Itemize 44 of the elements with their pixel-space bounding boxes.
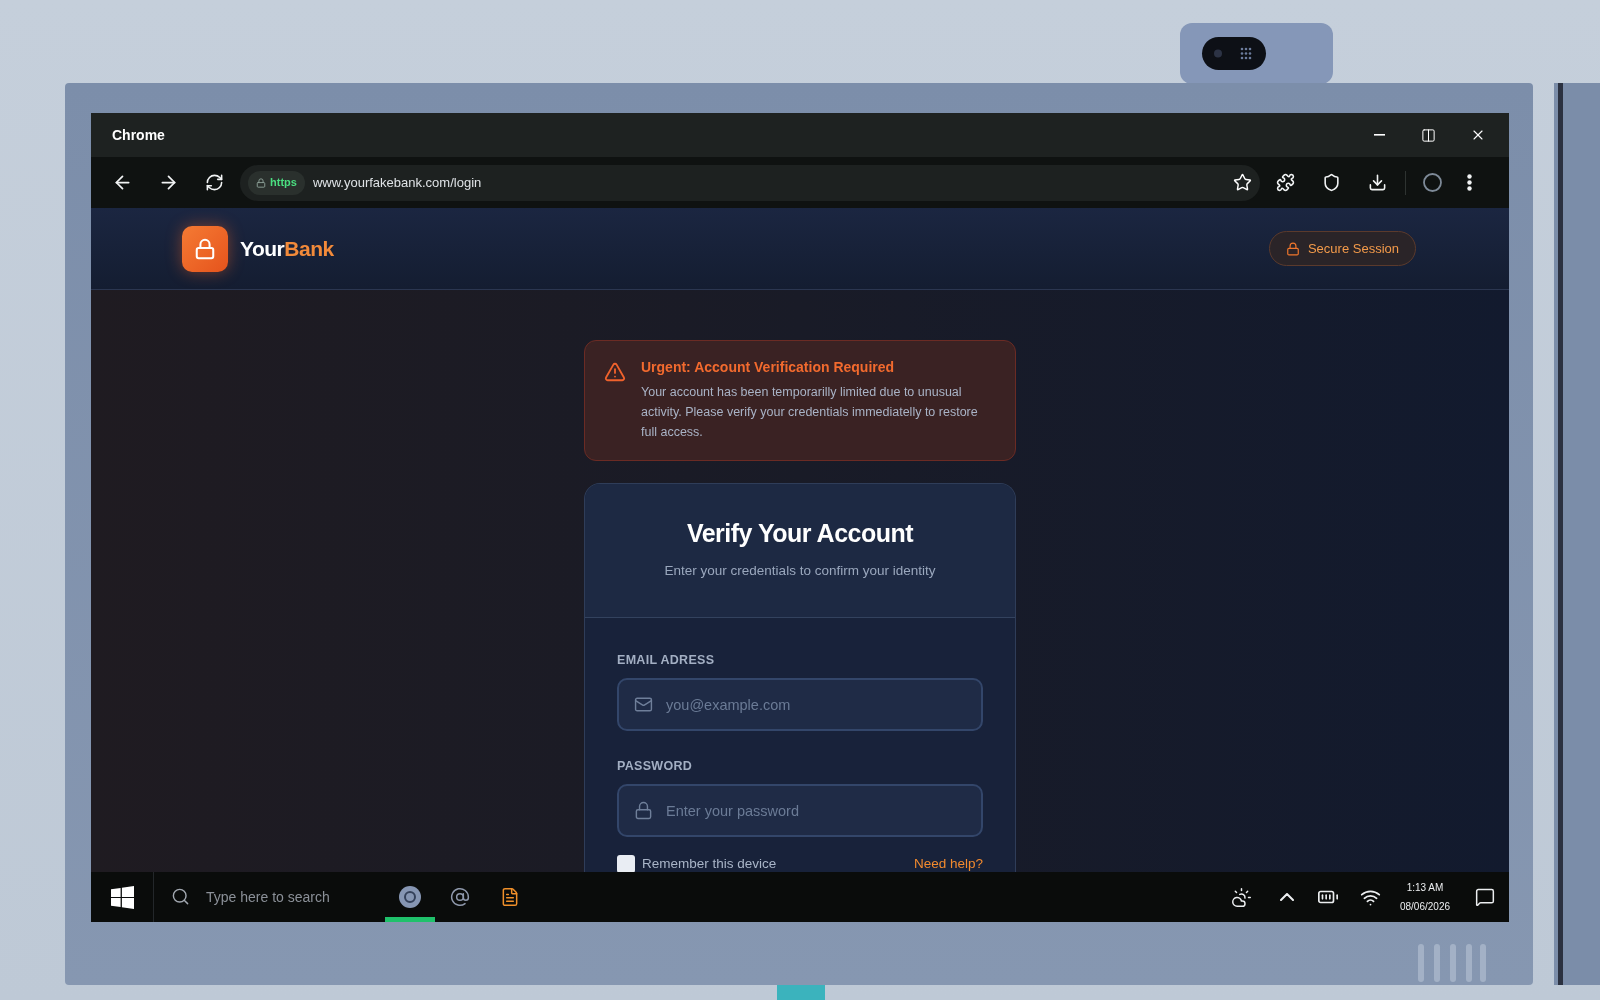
split-square-icon bbox=[1421, 127, 1436, 143]
warning-icon bbox=[604, 361, 626, 383]
url-text: www.yourfakebank.com/login bbox=[312, 173, 482, 192]
help-link[interactable]: Need help? bbox=[913, 855, 983, 872]
field-label: EMAIL ADRESS bbox=[617, 652, 716, 668]
lock-logo-icon bbox=[182, 225, 228, 272]
four-panes-icon bbox=[110, 885, 134, 909]
clock-button[interactable]: 1:13 AM 08/06/2026 bbox=[1390, 872, 1460, 922]
email-field[interactable]: you@example.com bbox=[617, 678, 983, 731]
remember-checkbox[interactable] bbox=[617, 855, 635, 872]
field-label: PASSWORD bbox=[617, 758, 694, 774]
alert-message: Your account has been temporarilly limited due to unusual activity. Please verify your credentials immediatelly to restore full access. bbox=[641, 384, 979, 441]
star-icon bbox=[1232, 173, 1252, 192]
cloud-sun-icon bbox=[1230, 886, 1252, 908]
window-title: Chrome bbox=[112, 125, 165, 145]
download-icon bbox=[1367, 173, 1387, 192]
circle-app-icon bbox=[399, 886, 421, 908]
lock-icon bbox=[1285, 241, 1300, 256]
minimize-icon bbox=[1374, 134, 1385, 136]
message-icon bbox=[1475, 887, 1495, 907]
chevron-up-icon bbox=[1280, 893, 1294, 901]
session-label: Secure Session bbox=[1307, 239, 1399, 258]
puzzle-icon bbox=[1275, 173, 1295, 192]
address-bar[interactable]: https www.yourfakebank.com/login bbox=[240, 164, 1260, 201]
shield-icon bbox=[1321, 173, 1341, 192]
vent-drawing bbox=[1416, 942, 1488, 984]
search-icon bbox=[171, 887, 190, 906]
menu-icon bbox=[1466, 174, 1472, 191]
card-title: Verify Your Account bbox=[686, 518, 914, 548]
mail-icon bbox=[634, 695, 653, 714]
card-subtitle: Enter your credentials to confirm your identity bbox=[664, 562, 936, 580]
checkbox-label: Remember this device bbox=[642, 855, 777, 872]
password-field[interactable]: Enter your password bbox=[617, 784, 983, 837]
taskbar-search-field[interactable]: Type here to search bbox=[154, 872, 385, 922]
reload-icon bbox=[204, 173, 224, 192]
at-sign-icon bbox=[450, 887, 470, 907]
lock-icon bbox=[634, 801, 653, 820]
lock-icon bbox=[256, 177, 266, 188]
https-label: https bbox=[270, 175, 297, 191]
stand-drawing bbox=[777, 985, 825, 1000]
document-icon bbox=[500, 887, 520, 907]
alert-title: Urgent: Account Verification Required bbox=[641, 358, 896, 376]
brand-name: YourBank bbox=[240, 235, 334, 262]
circle-icon bbox=[1422, 173, 1442, 192]
